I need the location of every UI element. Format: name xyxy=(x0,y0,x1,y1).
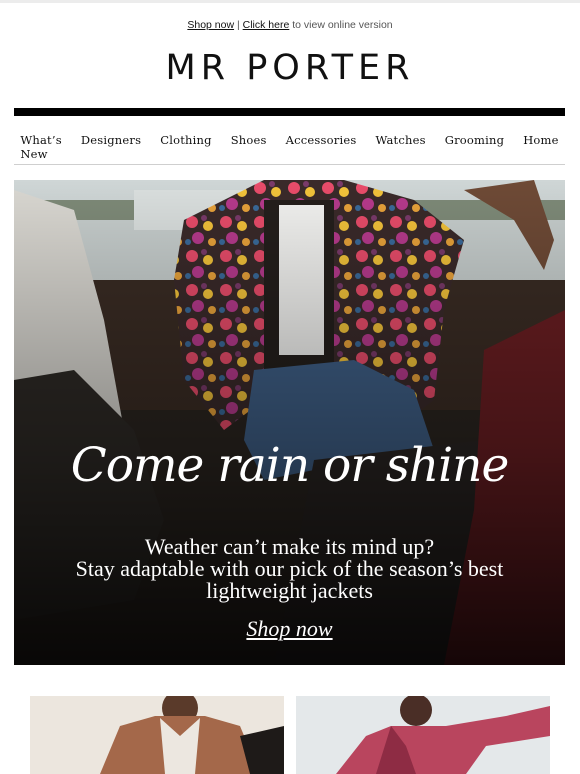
hero-copy: Weather can’t make its mind up? Stay ada… xyxy=(14,536,565,602)
preheader-shop-now-link[interactable]: Shop now xyxy=(187,19,234,31)
tile-brown-leather-jacket[interactable] xyxy=(30,696,284,774)
hero-copy-line: Weather can’t make its mind up? xyxy=(144,534,435,559)
nav-item-whats-new[interactable]: What’s New xyxy=(20,133,61,161)
tile-photo-right xyxy=(296,696,550,774)
hero-banner[interactable]: Come rain or shine Weather can’t make it… xyxy=(14,180,565,665)
nav-item-accessories[interactable]: Accessories xyxy=(286,133,357,161)
nav-item-clothing[interactable]: Clothing xyxy=(160,133,211,161)
hero-shop-now-link[interactable]: Shop now xyxy=(14,616,565,642)
header-rule xyxy=(14,108,565,116)
preheader-click-here-link[interactable]: Click here xyxy=(243,19,290,31)
nav-item-shoes[interactable]: Shoes xyxy=(231,133,267,161)
hero-copy-line: lightweight jackets xyxy=(206,578,373,603)
nav-item-grooming[interactable]: Grooming xyxy=(445,133,504,161)
main-nav: What’s New Designers Clothing Shoes Acce… xyxy=(14,133,565,161)
hero-copy-line: Stay adaptable with our pick of the seas… xyxy=(75,556,504,581)
preheader-suffix: to view online version xyxy=(292,19,393,31)
nav-divider xyxy=(14,164,565,165)
hero-script-title: Come rain or shine xyxy=(70,438,510,493)
nav-item-home[interactable]: Home xyxy=(523,133,558,161)
tile-pink-dyed-jacket[interactable] xyxy=(296,696,550,774)
brand-logo[interactable]: MR PORTER xyxy=(0,48,580,88)
preheader: Shop now | Click here to view online ver… xyxy=(0,19,580,31)
preheader-separator: | xyxy=(236,19,240,31)
nav-item-designers[interactable]: Designers xyxy=(81,133,141,161)
nav-item-watches[interactable]: Watches xyxy=(375,133,425,161)
tile-photo-left xyxy=(30,696,284,774)
top-border xyxy=(0,0,580,3)
